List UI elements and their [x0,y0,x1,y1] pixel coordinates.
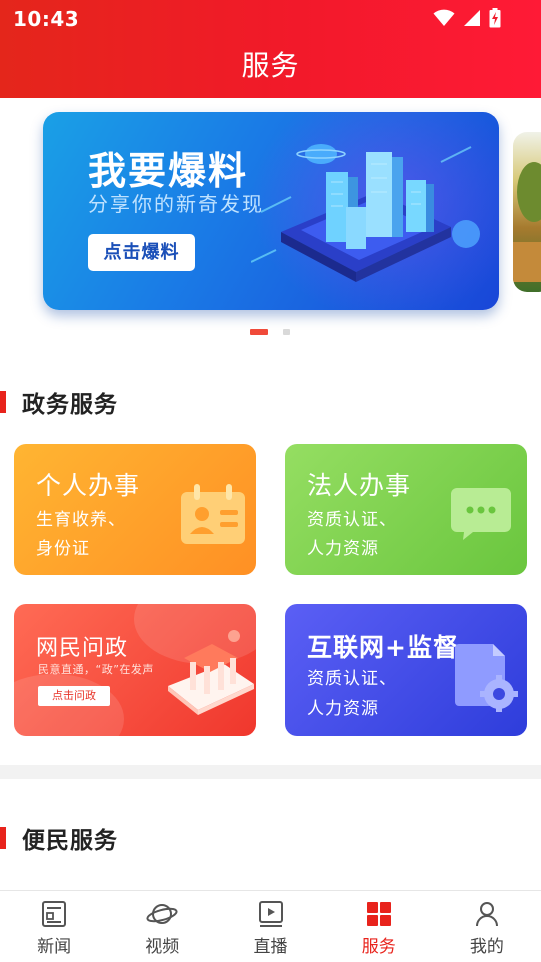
status-time: 10:43 [13,7,80,31]
card-desc-line: 资质认证、 [307,669,397,689]
nav-item-mine[interactable]: 我的 [433,891,541,962]
card-desc-line: 身份证 [36,539,90,559]
card-personal-affairs[interactable]: 个人办事 生育收养、 身份证 [14,444,256,575]
id-card-icon [181,484,245,544]
bottom-nav: 新闻 视频 直播 服务 我的 [0,890,541,962]
banner-slide-report[interactable]: 我要爆料 分享你的新奇发现 点击爆料 [43,112,499,310]
card-desc-line: 人力资源 [307,539,379,559]
grid-icon [366,902,391,926]
planet-icon [146,904,178,924]
section-divider [0,765,541,779]
card-legal-affairs[interactable]: 法人办事 资质认证、 人力资源 [285,444,527,575]
card-title: 互联网+监督 [307,633,459,662]
city-chip-illustration [251,144,480,282]
chat-bubble-icon [451,488,511,540]
card-internet-supervision[interactable]: 互联网+监督 资质认证、 人力资源 [285,604,527,736]
section-people-services: 便民服务 [0,825,118,854]
document-gear-icon [455,644,518,712]
tree-image [517,162,541,222]
nav-label: 我的 [469,937,504,957]
government-building-icon [168,630,254,715]
user-icon [475,902,498,927]
news-icon [42,901,67,927]
status-icons [433,8,501,28]
card-desc: 民意直通，“政”在发声 [38,663,154,676]
ask-government-button[interactable]: 点击问政 [38,686,110,706]
banner-slide-next[interactable] [513,132,541,292]
nav-item-live[interactable]: 直播 [216,891,324,962]
card-desc: 资质认证、 人力资源 [307,506,397,564]
live-play-icon [258,901,283,927]
pager-dot[interactable] [283,329,290,335]
banner-title: 我要爆料 [88,149,249,193]
nav-item-video[interactable]: 视频 [108,891,216,962]
cellular-signal-icon [464,10,480,26]
section-accent-bar [0,827,6,849]
card-netizen-politics[interactable]: 网民问政 民意直通，“政”在发声 点击问政 [14,604,256,736]
card-title: 个人办事 [36,471,141,500]
card-title: 网民问政 [36,636,129,661]
nav-label: 视频 [145,937,180,957]
banner-subtitle: 分享你的新奇发现 [88,192,264,216]
status-bar: 10:43 [0,0,541,36]
pager-dot-active[interactable] [250,329,268,335]
report-button[interactable]: 点击爆料 [88,234,195,271]
wifi-icon [433,9,455,26]
card-desc-line: 资质认证、 [307,510,397,530]
nav-item-news[interactable]: 新闻 [0,891,108,962]
nav-label: 新闻 [37,937,72,957]
card-desc: 生育收养、 身份证 [36,506,126,564]
carousel-pager [250,329,290,335]
card-desc-line: 生育收养、 [36,510,126,530]
card-desc-line: 人力资源 [307,699,379,719]
card-title: 法人办事 [307,471,412,500]
app-header: 10:43 服务 [0,0,541,98]
section-title: 政务服务 [22,392,118,418]
page-title: 服务 [241,49,300,82]
card-desc: 资质认证、 人力资源 [307,664,397,724]
section-title: 便民服务 [22,828,118,854]
nav-label: 服务 [361,937,396,957]
battery-charging-icon [489,8,501,28]
wall-image [513,242,541,282]
nav-label: 直播 [253,937,288,957]
section-accent-bar [0,391,6,413]
section-gov-services: 政务服务 [0,389,118,418]
nav-item-services[interactable]: 服务 [325,891,433,962]
